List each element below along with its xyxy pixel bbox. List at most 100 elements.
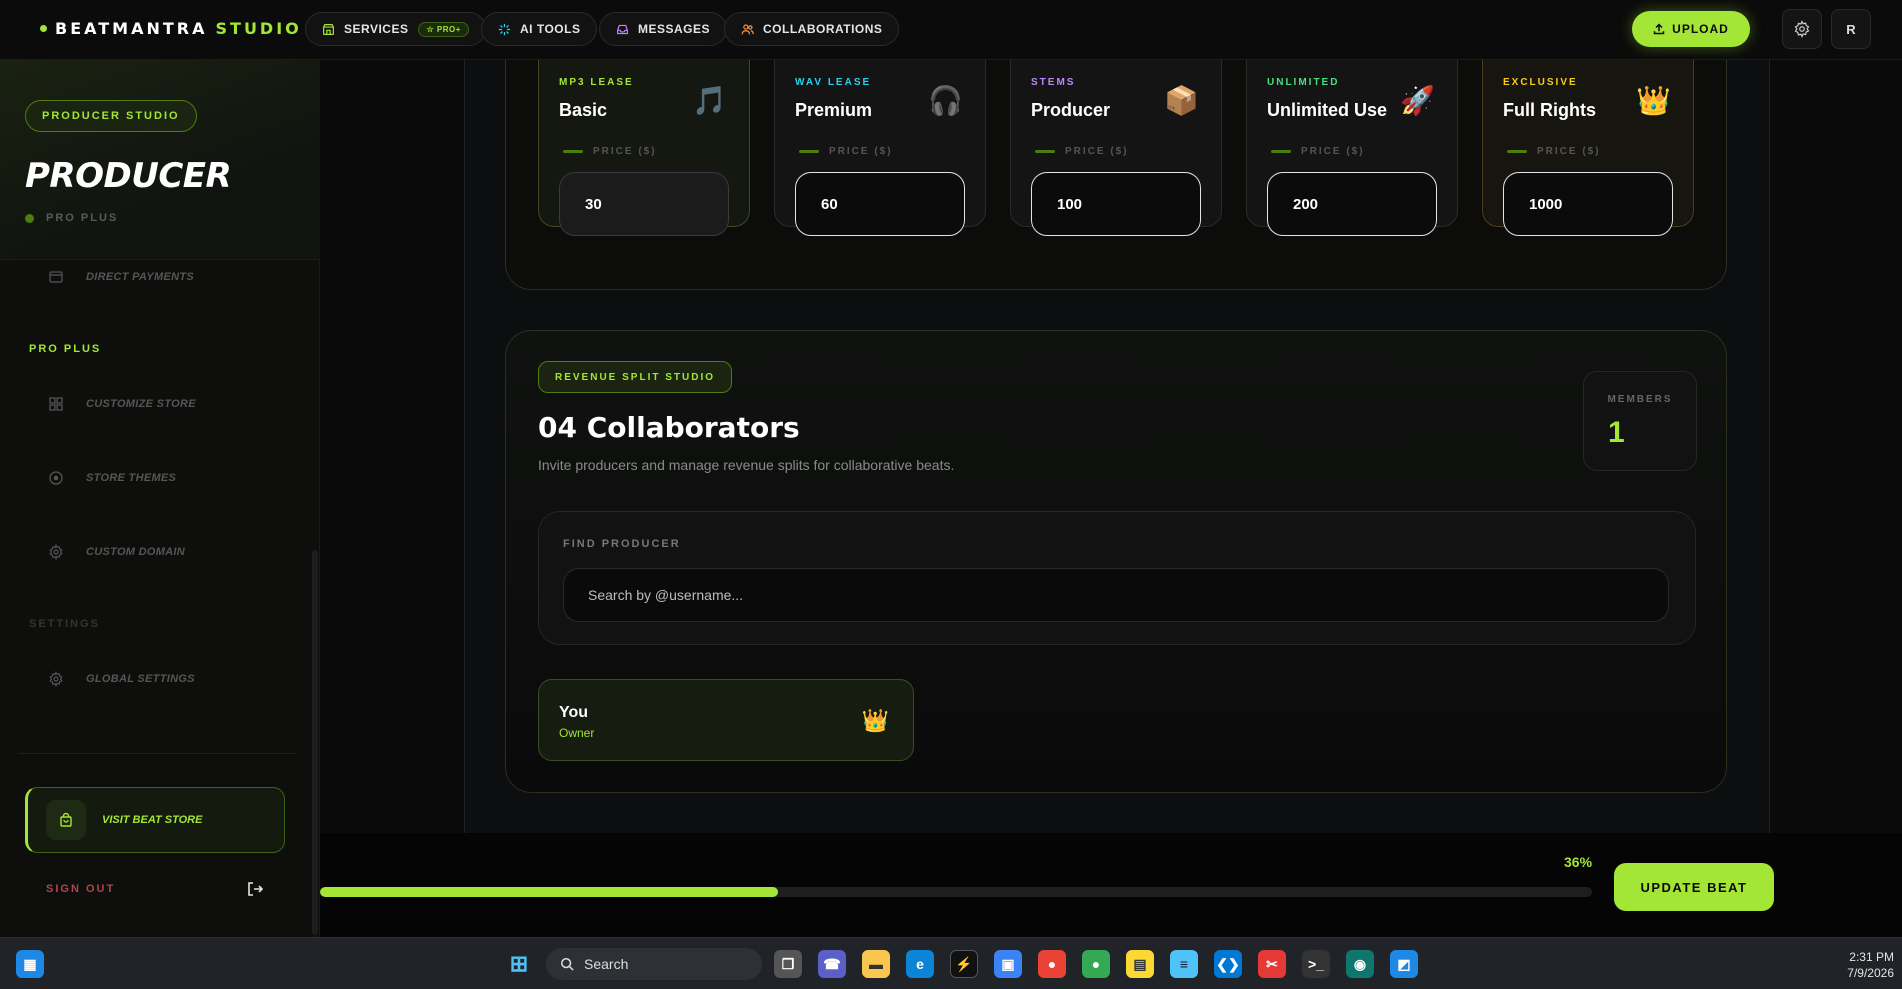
sidebar-item-global-settings[interactable]: GLOBAL SETTINGS: [48, 671, 195, 687]
vscode-icon[interactable]: ❮❯: [1214, 950, 1242, 978]
price-label-text: PRICE ($): [1301, 146, 1365, 157]
os-taskbar: ▦ ⊞ Search ❐ ☎ ▬ e ⚡ ▣ ● ● ▤ ≡ ❮❯ ✂ >_ ◉…: [0, 937, 1902, 989]
edge-browser-icon[interactable]: e: [906, 950, 934, 978]
find-producer-label: FIND PRODUCER: [563, 538, 681, 550]
nav-collaborations[interactable]: COLLABORATIONS: [724, 12, 900, 46]
nav-ai-tools[interactable]: AI TOOLS: [481, 12, 598, 46]
tier-kicker: MP3 LEASE: [559, 77, 634, 88]
upload-label: UPLOAD: [1672, 22, 1729, 36]
sidebar-item-label: CUSTOM DOMAIN: [86, 546, 186, 558]
brand-name: BEATMANTRA: [55, 19, 208, 38]
sidebar-divider: [18, 753, 296, 754]
brand-logo[interactable]: BEATMANTRA STUDIO: [40, 19, 302, 38]
producer-search-input[interactable]: [563, 568, 1669, 622]
nav-ai-tools-label: AI TOOLS: [520, 22, 581, 36]
logout-icon[interactable]: [246, 880, 264, 903]
tier-card-basic: MP3 LEASE Basic 🎵 PRICE ($) 30: [538, 60, 750, 236]
sidebar: PRODUCER STUDIO PRODUCER PRO PLUS DIRECT…: [0, 60, 320, 937]
sidebar-item-store-themes[interactable]: STORE THEMES: [48, 470, 176, 486]
price-input-basic[interactable]: 30: [559, 172, 729, 236]
store-app-icon[interactable]: ▣: [994, 950, 1022, 978]
tier-name: Full Rights: [1503, 100, 1596, 120]
tier-name: Basic: [559, 100, 608, 120]
app-icon[interactable]: ⚡: [950, 950, 978, 978]
collaborators-title: 04 Collaborators: [538, 411, 800, 444]
tier-kicker: EXCLUSIVE: [1503, 77, 1578, 88]
members-count: 1: [1608, 416, 1625, 449]
update-beat-button[interactable]: UPDATE BEAT: [1614, 863, 1774, 911]
price-input-producer[interactable]: 100: [1031, 172, 1201, 236]
terminal-icon[interactable]: >_: [1302, 950, 1330, 978]
price-label: PRICE ($): [1035, 146, 1129, 157]
tier-card-producer: STEMS Producer 📦 PRICE ($) 100: [1010, 60, 1222, 236]
file-explorer-icon[interactable]: ▬: [862, 950, 890, 978]
nav-messages[interactable]: MESSAGES: [599, 12, 728, 46]
top-navbar: BEATMANTRA STUDIO SERVICES ☆ PRO+ AI TOO…: [0, 0, 1902, 60]
price-label: PRICE ($): [1507, 146, 1601, 157]
status-dot: [25, 213, 34, 223]
upload-progress-bar: [320, 887, 1592, 897]
store-icon: [323, 23, 334, 35]
system-clock[interactable]: 2:31 PM 7/9/2026: [1847, 949, 1894, 981]
avatar[interactable]: R: [1831, 9, 1871, 49]
sidebar-item-label: STORE THEMES: [86, 472, 177, 484]
label-bar: [1507, 150, 1527, 153]
label-bar: [1035, 150, 1055, 153]
brand-dot: [40, 25, 47, 32]
price-input-unlimited[interactable]: 200: [1267, 172, 1437, 236]
chrome-profile-icon[interactable]: ●: [1082, 950, 1110, 978]
shopping-bag-icon: [60, 812, 72, 827]
sidebar-item-custom-domain[interactable]: CUSTOM DOMAIN: [48, 544, 185, 560]
settings-button[interactable]: [1782, 9, 1822, 49]
inbox-icon: [617, 24, 628, 34]
chrome-icon[interactable]: ●: [1038, 950, 1066, 978]
producer-studio-badge: PRODUCER STUDIO: [25, 100, 197, 132]
widgets-icon[interactable]: ▦: [16, 950, 44, 978]
windows-start-icon[interactable]: ⊞: [505, 950, 533, 978]
gear-icon: [49, 544, 63, 560]
progress-fill: [320, 887, 778, 897]
snipping-tool-icon[interactable]: ✂: [1258, 950, 1286, 978]
members-count-card: MEMBERS 1: [1583, 371, 1697, 471]
taskbar-search[interactable]: Search: [546, 948, 762, 980]
progress-percent: 36%: [1564, 854, 1593, 870]
app-circle-icon[interactable]: ◉: [1346, 950, 1374, 978]
price-input-premium[interactable]: 60: [795, 172, 965, 236]
users-icon: [741, 23, 754, 34]
sidebar-scrollbar[interactable]: [312, 550, 318, 935]
upload-button[interactable]: UPLOAD: [1632, 11, 1750, 47]
plan-indicator: PRO PLUS: [25, 212, 118, 224]
photos-icon[interactable]: ◩: [1390, 950, 1418, 978]
sidebar-title: PRODUCER: [25, 156, 232, 196]
price-input-exclusive[interactable]: 1000: [1503, 172, 1673, 236]
notepad-icon[interactable]: ≡: [1170, 950, 1198, 978]
sign-out-link[interactable]: SIGN OUT: [46, 883, 115, 895]
taskbar-search-label: Search: [584, 956, 629, 972]
nav-services-label: SERVICES: [344, 22, 409, 36]
bottom-action-bar: 36% UPDATE BEAT: [320, 833, 1902, 937]
sidebar-item-customize-store[interactable]: CUSTOMIZE STORE: [48, 396, 196, 412]
wallet-icon: [49, 271, 63, 283]
collaborator-role: Owner: [559, 726, 595, 740]
task-view-icon[interactable]: ❐: [774, 950, 802, 978]
sparkle-icon: [498, 23, 511, 35]
members-label: MEMBERS: [1607, 394, 1673, 405]
tier-kicker: UNLIMITED: [1267, 77, 1340, 88]
label-bar: [563, 150, 583, 153]
nav-services[interactable]: SERVICES ☆ PRO+: [305, 12, 486, 46]
sidebar-item-direct-payments[interactable]: DIRECT PAYMENTS: [48, 269, 194, 285]
palette-icon: [49, 471, 63, 485]
tier-name: Unlimited Use: [1267, 100, 1388, 120]
sidebar-item-label: CUSTOMIZE STORE: [86, 398, 196, 410]
crown-icon: 👑: [861, 708, 889, 733]
tier-kicker: STEMS: [1031, 77, 1076, 88]
brand-accent: STUDIO: [215, 19, 302, 38]
clock-time: 2:31 PM: [1849, 950, 1894, 964]
visit-beat-store-button[interactable]: VISIT BEAT STORE: [25, 787, 285, 853]
teams-icon[interactable]: ☎: [818, 950, 846, 978]
main-content: MP3 LEASE Basic 🎵 PRICE ($) 30 WAV LEASE…: [320, 60, 1902, 833]
sticky-notes-icon[interactable]: ▤: [1126, 950, 1154, 978]
gear-icon: [1794, 20, 1810, 38]
find-producer-box: FIND PRODUCER: [538, 511, 1696, 645]
label-bar: [799, 150, 819, 153]
